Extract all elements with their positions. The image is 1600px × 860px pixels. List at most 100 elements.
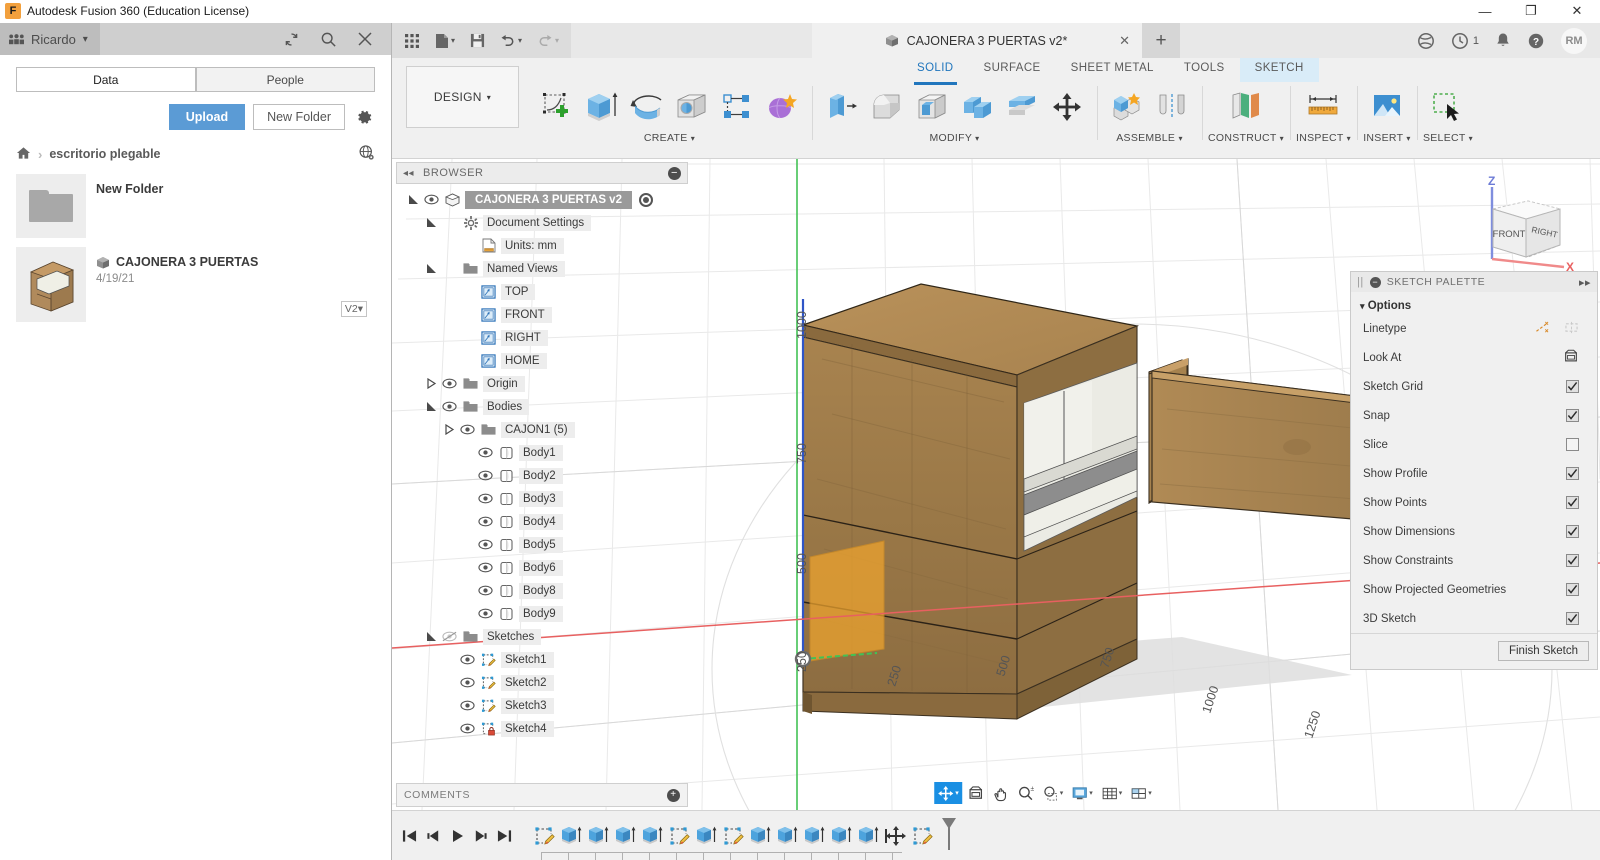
- minimize-button[interactable]: —: [1462, 0, 1508, 23]
- checkbox-show-points[interactable]: [1566, 496, 1579, 509]
- chevron-right-icon[interactable]: [444, 424, 455, 435]
- visibility-eye-icon[interactable]: [477, 561, 494, 575]
- timeline-item-0-sketch-feature-icon[interactable]: [531, 821, 558, 851]
- extensions-icon[interactable]: [1417, 32, 1435, 50]
- chevron-right-icon[interactable]: [426, 378, 437, 389]
- panel-label-assemble[interactable]: ASSEMBLE ▾: [1116, 132, 1183, 144]
- timeline-item-9-extrude-feature-icon[interactable]: [774, 821, 801, 851]
- insert-image-icon[interactable]: [1367, 85, 1407, 129]
- close-icon[interactable]: ✕: [1119, 33, 1130, 49]
- comments-bar[interactable]: COMMENTS +: [396, 783, 688, 807]
- display-settings-icon[interactable]: ▾: [1068, 782, 1096, 804]
- drag-handle[interactable]: ||: [1357, 276, 1364, 288]
- visibility-eye-icon[interactable]: [477, 607, 494, 621]
- tree-item-top[interactable]: TOP: [396, 280, 688, 303]
- tree-item-named-views[interactable]: Named Views: [396, 257, 688, 280]
- tree-item-body9[interactable]: Body9: [396, 602, 688, 625]
- joint-icon[interactable]: [1152, 85, 1192, 129]
- undo-icon[interactable]: ▾: [500, 34, 522, 48]
- chevron-down-icon[interactable]: [426, 217, 437, 228]
- tab-sheet-metal[interactable]: SHEET METAL: [1056, 58, 1169, 82]
- plus-circle-icon[interactable]: +: [667, 789, 680, 802]
- visibility-eye-icon[interactable]: [459, 699, 476, 713]
- checkbox-show-profile[interactable]: [1566, 467, 1579, 480]
- tree-item-body5[interactable]: Body5: [396, 533, 688, 556]
- step-forward-icon[interactable]: [473, 829, 488, 843]
- panel-label-insert[interactable]: INSERT ▾: [1363, 132, 1410, 144]
- document-tab-active[interactable]: CAJONERA 3 PUERTAS v2* ✕: [812, 23, 1142, 58]
- timeline-item-14-sketch-feature-icon[interactable]: [909, 821, 936, 851]
- version-badge[interactable]: V2▾: [341, 301, 367, 317]
- new-tab-button[interactable]: +: [1142, 23, 1180, 58]
- chevron-down-icon[interactable]: [426, 631, 437, 642]
- timeline-item-12-extrude-feature-icon[interactable]: [855, 821, 882, 851]
- timeline-item-4-extrude-feature-icon[interactable]: [639, 821, 666, 851]
- tree-item-cajonera-3-puertas-v2[interactable]: CAJONERA 3 PUERTAS v2: [396, 188, 688, 211]
- maximize-button[interactable]: ❐: [1508, 0, 1554, 23]
- timeline-item-8-extrude-feature-icon[interactable]: [747, 821, 774, 851]
- tab-people[interactable]: People: [196, 67, 376, 92]
- file-menu-button[interactable]: ▾: [435, 33, 455, 49]
- close-window-button[interactable]: ✕: [1554, 0, 1600, 23]
- redo-icon[interactable]: ▾: [537, 34, 559, 48]
- zoom-icon[interactable]: ±: [1014, 782, 1037, 804]
- timeline-item-1-extrude-feature-icon[interactable]: [558, 821, 585, 851]
- tree-item-document-settings[interactable]: Document Settings: [396, 211, 688, 234]
- visibility-eye-icon[interactable]: [459, 653, 476, 667]
- tree-item-body3[interactable]: Body3: [396, 487, 688, 510]
- panel-label-create[interactable]: CREATE ▾: [644, 132, 695, 144]
- tree-item-body1[interactable]: Body1: [396, 441, 688, 464]
- options-section-header[interactable]: ▾ Options: [1351, 292, 1597, 314]
- offset-face-icon[interactable]: [1002, 85, 1042, 129]
- form-icon[interactable]: [762, 85, 802, 129]
- globe-icon[interactable]: [358, 144, 375, 164]
- panel-label-modify[interactable]: MODIFY ▾: [930, 132, 980, 144]
- finish-sketch-button[interactable]: Finish Sketch: [1498, 641, 1589, 661]
- measure-icon[interactable]: [1303, 85, 1343, 129]
- timeline-marker-icon[interactable]: [941, 817, 957, 854]
- minus-circle-icon[interactable]: −: [1370, 277, 1381, 288]
- go-to-beginning-icon[interactable]: [402, 829, 417, 843]
- checkbox-show-projected-geometries[interactable]: [1566, 583, 1579, 596]
- create-sketch-icon[interactable]: [537, 85, 577, 129]
- minus-circle-icon[interactable]: −: [668, 167, 681, 180]
- visibility-eye-icon[interactable]: [477, 492, 494, 506]
- extrude-icon[interactable]: [582, 85, 622, 129]
- timeline-item-13-move-feature-icon[interactable]: [882, 821, 909, 851]
- visibility-eye-icon[interactable]: [477, 469, 494, 483]
- timeline-item-6-extrude-feature-icon[interactable]: [693, 821, 720, 851]
- look-at-icon[interactable]: [964, 782, 987, 804]
- checkbox-sketch-grid[interactable]: [1566, 380, 1579, 393]
- visibility-eye-icon[interactable]: [441, 377, 458, 391]
- visibility-eye-icon[interactable]: [477, 584, 494, 598]
- tree-item-bodies[interactable]: Bodies: [396, 395, 688, 418]
- play-icon[interactable]: [450, 829, 464, 843]
- tree-item-origin[interactable]: Origin: [396, 372, 688, 395]
- close-panel-icon[interactable]: [355, 29, 375, 49]
- app-grid-icon[interactable]: [404, 33, 420, 49]
- tree-item-sketch2[interactable]: Sketch2: [396, 671, 688, 694]
- tree-item-units-mm[interactable]: Units: mm: [396, 234, 688, 257]
- tree-item-body8[interactable]: Body8: [396, 579, 688, 602]
- refresh-icon[interactable]: [281, 29, 301, 49]
- timeline-item-2-extrude-feature-icon[interactable]: [585, 821, 612, 851]
- tree-item-sketch3[interactable]: Sketch3: [396, 694, 688, 717]
- zoom-window-icon[interactable]: ▾: [1039, 782, 1067, 804]
- visibility-eye-icon[interactable]: [459, 722, 476, 736]
- revolve-icon[interactable]: [627, 85, 667, 129]
- visibility-eye-off-icon[interactable]: [441, 630, 458, 644]
- move-copy-icon[interactable]: [1047, 85, 1087, 129]
- checkbox-3d-sketch[interactable]: [1566, 612, 1579, 625]
- visibility-eye-icon[interactable]: [477, 515, 494, 529]
- view-cube[interactable]: Z X FRONT RIGHT: [1460, 171, 1580, 276]
- avatar[interactable]: RM: [1561, 28, 1587, 54]
- timeline-item-7-sketch-feature-icon[interactable]: [720, 821, 747, 851]
- tree-item-sketch4[interactable]: Sketch4: [396, 717, 688, 740]
- grid-snaps-icon[interactable]: ▾: [1098, 782, 1126, 804]
- timeline-item-11-extrude-feature-icon[interactable]: [828, 821, 855, 851]
- combine-icon[interactable]: [957, 85, 997, 129]
- timeline-item-10-extrude-feature-icon[interactable]: [801, 821, 828, 851]
- search-icon[interactable]: [318, 29, 338, 49]
- collapse-left-icon[interactable]: ◂◂: [403, 168, 414, 179]
- chevron-down-icon[interactable]: [408, 194, 419, 205]
